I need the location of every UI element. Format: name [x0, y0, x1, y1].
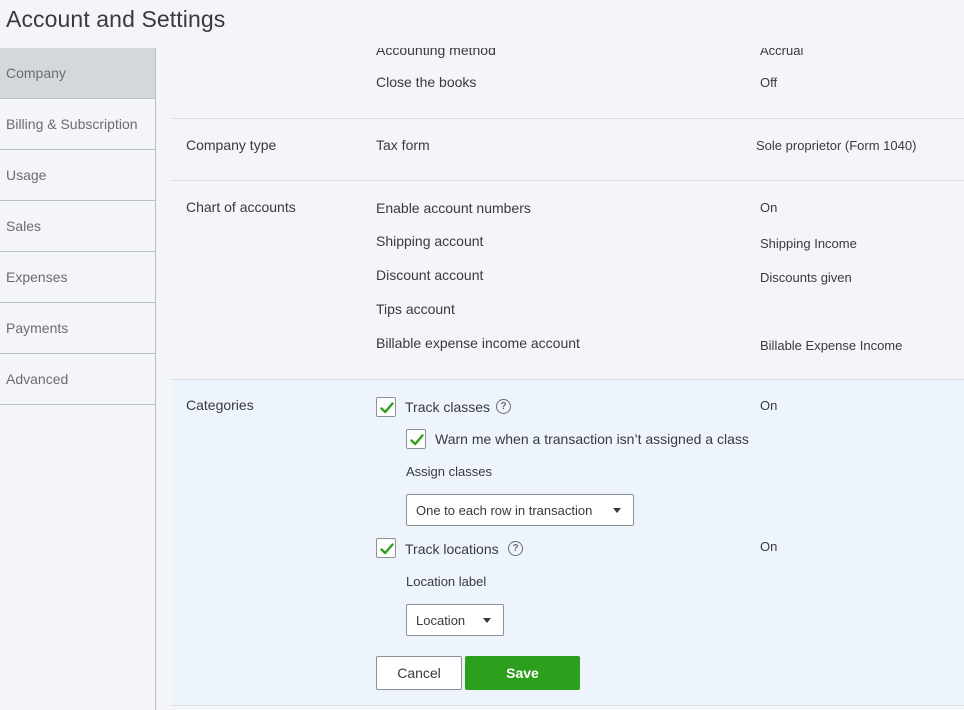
chart-of-accounts-section[interactable]: Chart of accounts Enable account numbers…: [171, 181, 964, 380]
accounting-method-label: Accounting method: [376, 48, 496, 58]
track-locations-label: Track locations: [405, 541, 499, 557]
shipping-account-label: Shipping account: [376, 233, 484, 249]
discount-account-value: Discounts given: [760, 270, 852, 285]
company-type-heading: Company type: [186, 137, 277, 153]
track-locations-value: On: [760, 539, 778, 554]
tax-form-value: Sole proprietor (Form 1040): [756, 138, 917, 153]
chart-of-accounts-heading: Chart of accounts: [186, 199, 296, 215]
close-books-value: Off: [760, 75, 778, 90]
track-classes-checkbox[interactable]: [376, 397, 396, 417]
discount-account-label: Discount account: [376, 267, 484, 283]
checkmark-icon: [380, 402, 394, 414]
help-icon[interactable]: ?: [508, 541, 523, 556]
assign-classes-label: Assign classes: [406, 464, 492, 479]
dropdown-arrow-icon: [613, 508, 621, 513]
page-header: Account and Settings: [0, 0, 964, 48]
accounting-method-value: Accrual: [760, 48, 804, 58]
page-title: Account and Settings: [6, 6, 226, 32]
billable-expense-label: Billable expense income account: [376, 335, 580, 351]
sidebar-item-company[interactable]: Company: [0, 48, 155, 99]
shipping-account-value: Shipping Income: [760, 236, 857, 251]
checkmark-icon: [380, 543, 394, 555]
assign-classes-select[interactable]: One to each row in transaction: [406, 494, 634, 526]
sidebar-item-usage[interactable]: Usage: [0, 150, 155, 201]
help-icon[interactable]: ?: [496, 399, 511, 414]
warn-class-label: Warn me when a transaction isn’t assigne…: [435, 431, 749, 447]
sidebar-item-billing[interactable]: Billing & Subscription: [0, 99, 155, 150]
cancel-button[interactable]: Cancel: [376, 656, 462, 690]
close-books-label: Close the books: [376, 74, 477, 90]
track-classes-value: On: [760, 398, 778, 413]
save-button[interactable]: Save: [465, 656, 580, 690]
company-type-section[interactable]: Company type Tax form Sole proprietor (F…: [171, 119, 964, 181]
track-locations-checkbox[interactable]: [376, 538, 396, 558]
tips-account-label: Tips account: [376, 301, 455, 317]
sidebar-item-expenses[interactable]: Expenses: [0, 252, 155, 303]
enable-account-numbers-label: Enable account numbers: [376, 200, 531, 216]
sidebar-item-advanced[interactable]: Advanced: [0, 354, 155, 405]
tax-form-label: Tax form: [376, 137, 430, 153]
checkmark-icon: [410, 434, 424, 446]
categories-heading: Categories: [186, 397, 254, 413]
assign-classes-selected: One to each row in transaction: [416, 502, 593, 518]
sidebar-item-payments[interactable]: Payments: [0, 303, 155, 354]
location-label-selected: Location: [416, 612, 466, 628]
warn-class-checkbox[interactable]: [406, 429, 426, 449]
dropdown-arrow-icon: [483, 618, 491, 623]
location-label-select[interactable]: Location: [406, 604, 504, 636]
settings-content: Accounting method Accrual Close the book…: [171, 48, 964, 710]
billable-expense-value: Billable Expense Income: [760, 338, 903, 353]
accounting-section[interactable]: Accounting method Accrual Close the book…: [171, 48, 964, 119]
sidebar: Company Billing & Subscription Usage Sal…: [0, 48, 156, 710]
track-classes-label: Track classes: [405, 399, 491, 415]
sidebar-item-sales[interactable]: Sales: [0, 201, 155, 252]
location-label-label: Location label: [406, 574, 487, 589]
enable-account-numbers-value: On: [760, 200, 778, 215]
